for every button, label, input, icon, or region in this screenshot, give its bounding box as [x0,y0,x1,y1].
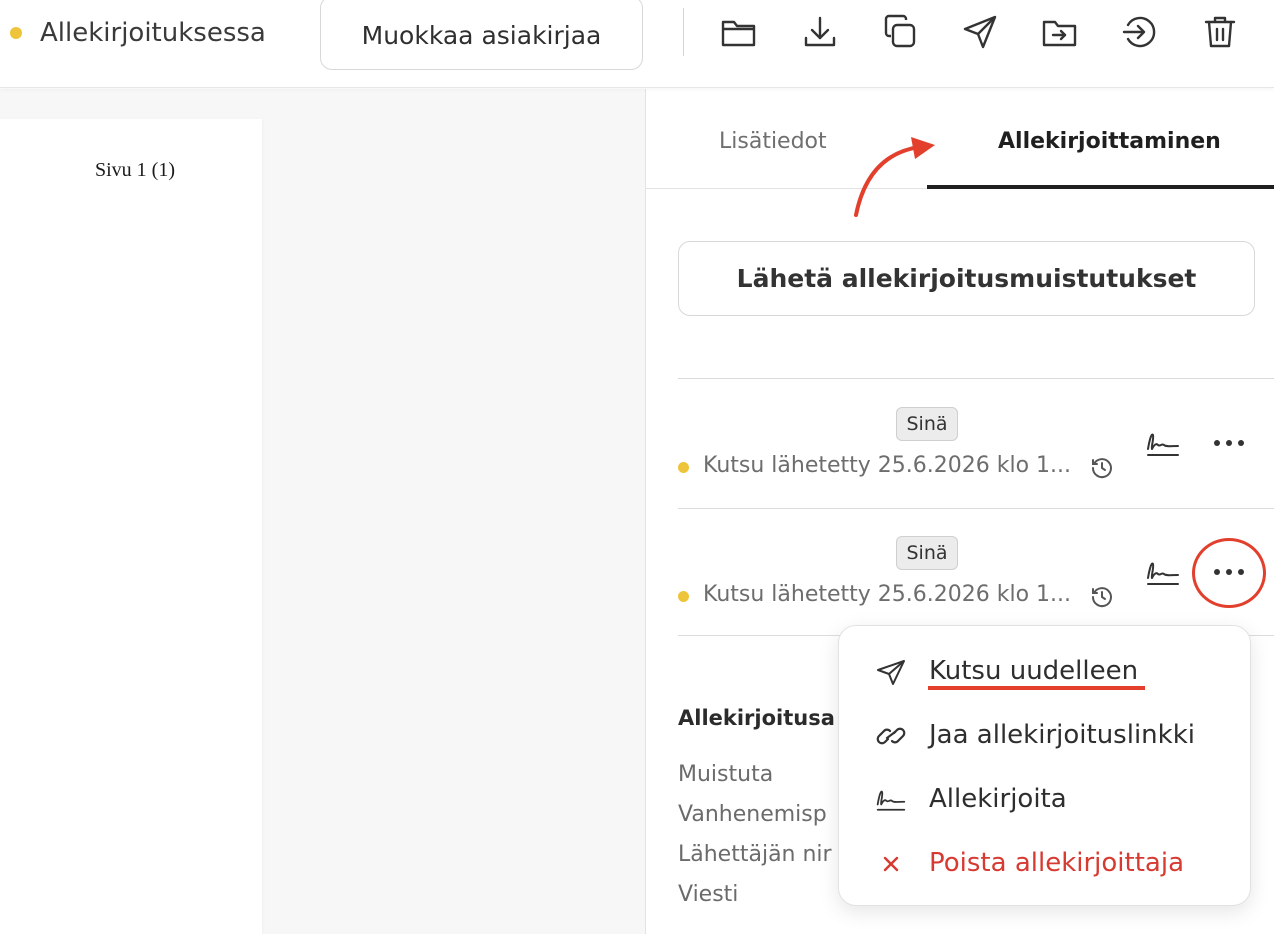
folder-icon[interactable] [719,12,759,52]
settings-field-label: Muistuta [678,762,774,787]
more-options-icon[interactable] [1211,437,1247,449]
signer-badge: Sinä [896,536,958,570]
settings-field-label: Lähettäjän nir [678,842,832,867]
export-icon[interactable] [1120,12,1160,52]
signer-badge: Sinä [896,407,958,441]
menu-item-sign[interactable]: Allekirjoita [839,772,1250,828]
move-to-folder-icon[interactable] [1040,12,1080,52]
signature-icon[interactable] [1145,558,1181,588]
menu-item-label: Poista allekirjoittaja [929,848,1184,878]
copy-icon[interactable] [880,12,920,52]
tab-details[interactable]: Lisätiedot [719,129,827,154]
trash-icon[interactable] [1200,12,1240,52]
signing-settings-title: Allekirjoitusa [678,706,835,730]
page-number: Sivu 1 (1) [95,159,175,181]
clock-icon [1091,458,1112,479]
menu-item-remove-signer[interactable]: Poista allekirjoittaja [839,836,1250,892]
send-icon[interactable] [960,12,1000,52]
menu-item-label: Kutsu uudelleen [929,656,1139,686]
close-icon [883,856,899,872]
menu-item-label: Allekirjoita [929,784,1067,814]
signer-row: Sinä Kutsu lähetetty 25.6.2026 klo 1... [678,379,1274,507]
signature-icon [876,790,906,811]
menu-item-label: Jaa allekirjoituslinkki [929,720,1195,750]
edit-document-button[interactable]: Muokkaa asiakirjaa [320,0,643,70]
document-preview-area: Sivu 1 (1) [0,89,645,934]
status-dot [678,591,689,602]
signer-status: Kutsu lähetetty 25.6.2026 klo 1... [703,582,1072,607]
status-dot [10,27,22,39]
signer-row: Sinä Kutsu lähetetty 25.6.2026 klo 1... [678,508,1274,636]
send-reminders-button[interactable]: Lähetä allekirjoitusmuistutukset [678,241,1255,316]
tab-signing[interactable]: Allekirjoittaminen [998,129,1221,154]
menu-item-resend-invite[interactable]: Kutsu uudelleen [839,644,1250,700]
annotation-arrow-icon [854,137,935,217]
toolbar-divider [683,8,684,56]
highlight-underline [928,686,1145,690]
highlight-circle [1192,538,1266,608]
document-page: Sivu 1 (1) [0,119,262,934]
settings-field-label: Viesti [678,882,739,907]
top-toolbar: Allekirjoituksessa Muokkaa asiakirjaa [0,0,1274,88]
panel-tabs: Lisätiedot Allekirjoittaminen [646,89,1274,217]
signer-options-menu: Kutsu uudelleen Jaa allekirjoituslinkki … [838,625,1251,906]
link-icon [876,727,906,745]
settings-field-label: Vanhenemisp [678,802,827,827]
active-tab-indicator [927,185,1274,189]
status-dot [678,462,689,473]
signature-icon[interactable] [1145,429,1181,459]
document-status: Allekirjoituksessa [40,18,266,48]
download-icon[interactable] [800,12,840,52]
signer-status: Kutsu lähetetty 25.6.2026 klo 1... [703,453,1072,478]
clock-icon [1091,587,1112,608]
menu-item-share-link[interactable]: Jaa allekirjoituslinkki [839,708,1250,764]
send-icon [877,660,905,685]
